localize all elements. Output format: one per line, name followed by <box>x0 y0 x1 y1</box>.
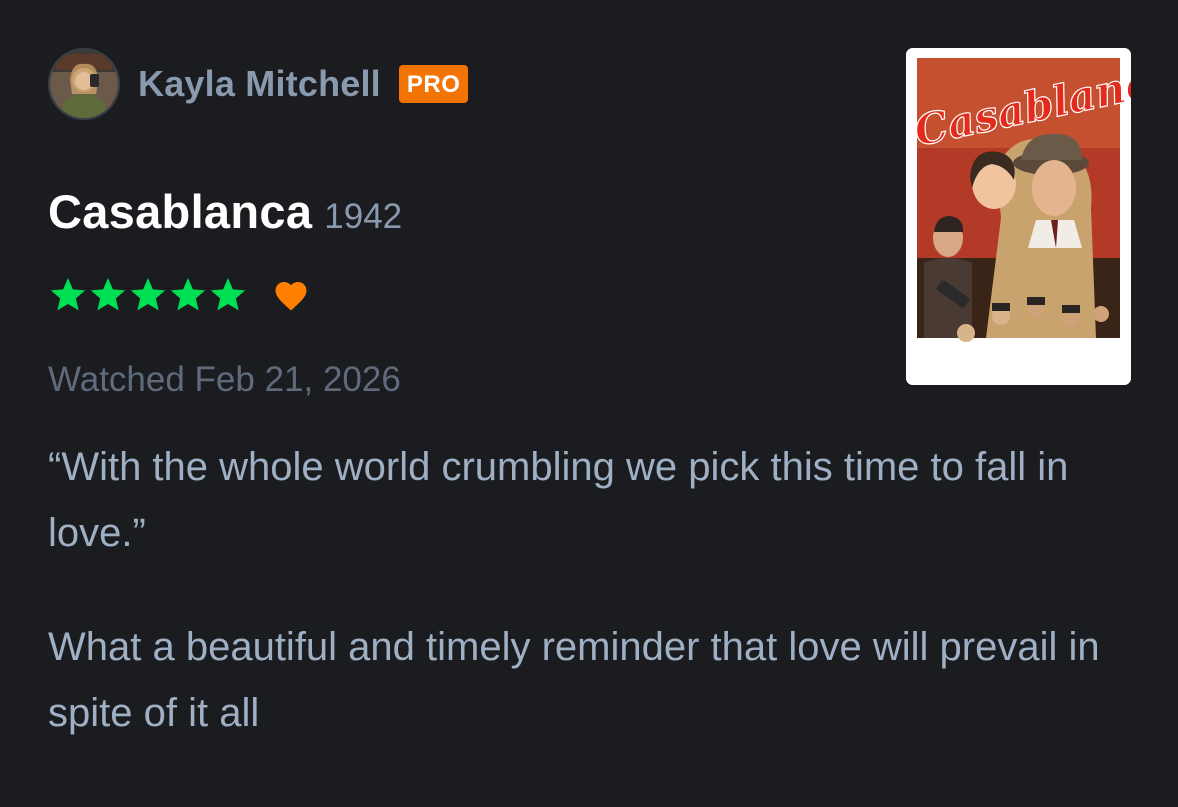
like-indicator <box>272 278 310 312</box>
star-rating <box>48 275 248 315</box>
pro-badge: PRO <box>398 65 469 103</box>
film-poster[interactable]: Casablanca <box>906 48 1131 385</box>
review-paragraph: What a beautiful and timely reminder tha… <box>48 625 1100 735</box>
star-icon <box>130 278 166 311</box>
film-title[interactable]: Casablanca <box>48 184 312 239</box>
heart-icon <box>275 282 307 311</box>
rating-row <box>48 272 310 318</box>
username[interactable]: Kayla Mitchell <box>138 63 381 105</box>
watched-date: Watched Feb 21, 2026 <box>48 360 401 399</box>
review-header: Kayla Mitchell PRO <box>48 46 469 122</box>
avatar[interactable] <box>48 48 120 120</box>
review-body: “With the whole world crumbling we pick … <box>48 434 1148 794</box>
review-paragraph: “With the whole world crumbling we pick … <box>48 445 1069 555</box>
star-icon <box>50 278 86 311</box>
film-year[interactable]: 1942 <box>324 197 402 237</box>
film-title-row: Casablanca 1942 <box>48 184 402 239</box>
review-card: Kayla Mitchell PRO Casablanca 1942 Watch… <box>0 0 1178 807</box>
star-icon <box>90 278 126 311</box>
star-icon <box>170 278 206 311</box>
star-icon <box>210 278 246 311</box>
